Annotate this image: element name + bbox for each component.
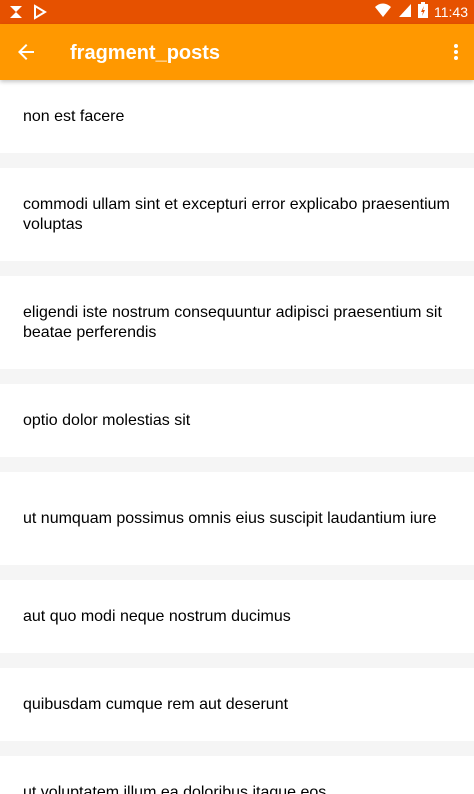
more-vert-icon — [448, 44, 464, 68]
post-item[interactable]: ut voluptatem illum ea doloribus itaque … — [0, 756, 474, 794]
post-item[interactable]: eligendi iste nostrum consequuntur adipi… — [0, 276, 474, 369]
post-title: quibusdam cumque rem aut deserunt — [23, 695, 289, 713]
posts-list[interactable]: non est facere commodi ullam sint et exc… — [0, 80, 474, 794]
item-divider — [0, 261, 474, 276]
status-left-icons — [8, 4, 48, 20]
overflow-menu-button[interactable] — [448, 40, 464, 64]
item-divider — [0, 741, 474, 756]
item-divider — [0, 653, 474, 668]
item-divider — [0, 565, 474, 580]
item-divider — [0, 153, 474, 168]
arrow-back-icon — [14, 44, 38, 68]
post-title: ut numquam possimus omnis eius suscipit … — [23, 509, 437, 527]
page-title: fragment_posts — [70, 42, 221, 64]
post-title: non est facere — [23, 107, 125, 125]
back-button[interactable] — [14, 40, 38, 64]
item-divider — [0, 457, 474, 472]
play-store-icon — [32, 4, 48, 20]
post-item[interactable]: quibusdam cumque rem aut deserunt — [0, 668, 474, 741]
app-bar: fragment_posts — [0, 24, 474, 80]
post-title: eligendi iste nostrum consequuntur adipi… — [23, 303, 442, 341]
clock: 11:43 — [434, 4, 468, 20]
post-item[interactable]: non est facere — [0, 80, 474, 153]
post-item[interactable]: ut numquam possimus omnis eius suscipit … — [0, 472, 474, 565]
wifi-icon — [374, 2, 392, 23]
notification-app-icon — [8, 4, 24, 20]
signal-icon — [398, 2, 412, 23]
post-title: commodi ullam sint et excepturi error ex… — [23, 195, 450, 233]
item-divider — [0, 369, 474, 384]
post-item[interactable]: commodi ullam sint et excepturi error ex… — [0, 168, 474, 261]
post-title: ut voluptatem illum ea doloribus itaque … — [23, 783, 327, 794]
post-title: optio dolor molestias sit — [23, 411, 191, 429]
status-right-icons: 11:43 — [374, 1, 468, 23]
status-bar: 11:43 — [0, 0, 474, 24]
post-item[interactable]: aut quo modi neque nostrum ducimus — [0, 580, 474, 653]
post-item[interactable]: optio dolor molestias sit — [0, 384, 474, 457]
post-title: aut quo modi neque nostrum ducimus — [23, 607, 291, 625]
battery-icon — [418, 1, 428, 23]
